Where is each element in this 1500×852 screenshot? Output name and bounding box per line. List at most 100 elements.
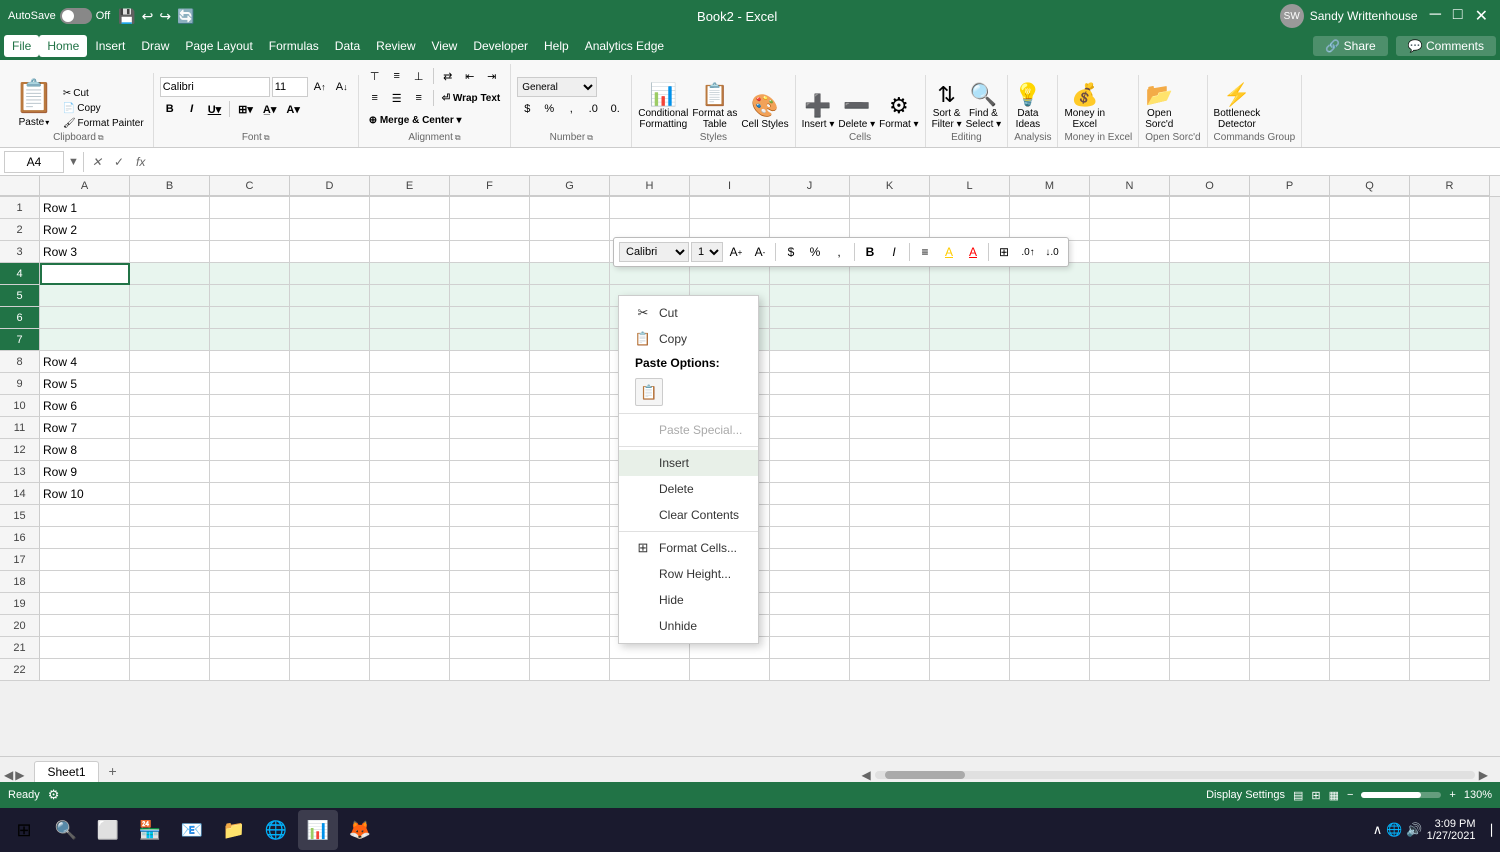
col-header-I[interactable]: I [690,176,770,196]
cell-L19[interactable] [930,593,1010,615]
cell-E20[interactable] [370,615,450,637]
cell-D13[interactable] [290,461,370,483]
cell-F18[interactable] [450,571,530,593]
fx-button[interactable]: fx [132,155,149,169]
cell-C21[interactable] [210,637,290,659]
cell-K12[interactable] [850,439,930,461]
font-name-select[interactable] [160,77,270,97]
cell-E19[interactable] [370,593,450,615]
cell-K8[interactable] [850,351,930,373]
cell-E22[interactable] [370,659,450,681]
cell-A10[interactable]: Row 6 [40,395,130,417]
cell-D14[interactable] [290,483,370,505]
cell-C3[interactable] [210,241,290,263]
cell-B10[interactable] [130,395,210,417]
cell-O11[interactable] [1170,417,1250,439]
cell-F14[interactable] [450,483,530,505]
cell-A1[interactable]: Row 1 [40,197,130,219]
cell-R22[interactable] [1410,659,1490,681]
cell-G22[interactable] [530,659,610,681]
cell-I1[interactable] [690,197,770,219]
name-box[interactable] [4,151,64,173]
cell-O9[interactable] [1170,373,1250,395]
cell-M12[interactable] [1010,439,1090,461]
cell-M19[interactable] [1010,593,1090,615]
cell-B9[interactable] [130,373,210,395]
cell-P2[interactable] [1250,219,1330,241]
cell-K7[interactable] [850,329,930,351]
view-page-break-icon[interactable]: ▦ [1329,789,1339,802]
cell-B2[interactable] [130,219,210,241]
sheet-nav-prev[interactable]: ◀ [4,768,13,782]
row-num-13[interactable]: 13 [0,461,40,483]
cell-F1[interactable] [450,197,530,219]
minimize-icon[interactable]: ─ [1426,6,1445,26]
cell-Q15[interactable] [1330,505,1410,527]
cell-R20[interactable] [1410,615,1490,637]
currency-button[interactable]: $ [517,99,537,119]
cell-R3[interactable] [1410,241,1490,263]
ctx-insert[interactable]: Insert [619,450,758,476]
cell-D11[interactable] [290,417,370,439]
cell-B3[interactable] [130,241,210,263]
cell-L10[interactable] [930,395,1010,417]
cell-D6[interactable] [290,307,370,329]
cell-C18[interactable] [210,571,290,593]
delete-cells-button[interactable]: ➖ Delete ▾ [838,93,875,130]
cell-R6[interactable] [1410,307,1490,329]
cell-M9[interactable] [1010,373,1090,395]
cell-A2[interactable]: Row 2 [40,219,130,241]
cell-A14[interactable]: Row 10 [40,483,130,505]
cell-R19[interactable] [1410,593,1490,615]
cell-P9[interactable] [1250,373,1330,395]
cell-E21[interactable] [370,637,450,659]
wrap-text-button[interactable]: ⏎ Wrap Text [438,88,505,108]
cell-M6[interactable] [1010,307,1090,329]
menu-insert[interactable]: Insert [87,35,133,57]
cell-R12[interactable] [1410,439,1490,461]
cell-N7[interactable] [1090,329,1170,351]
col-header-L[interactable]: L [930,176,1010,196]
col-header-M[interactable]: M [1010,176,1090,196]
indent-decrease-button[interactable]: ⇤ [460,66,480,86]
cell-N15[interactable] [1090,505,1170,527]
cell-R21[interactable] [1410,637,1490,659]
menu-developer[interactable]: Developer [465,35,536,57]
cell-M10[interactable] [1010,395,1090,417]
cell-B5[interactable] [130,285,210,307]
cell-F15[interactable] [450,505,530,527]
cell-A4[interactable] [40,263,130,285]
cell-A15[interactable] [40,505,130,527]
number-format-select[interactable]: General [517,77,597,97]
cell-R13[interactable] [1410,461,1490,483]
cell-B19[interactable] [130,593,210,615]
percent-button[interactable]: % [539,99,559,119]
cell-Q4[interactable] [1330,263,1410,285]
cell-B20[interactable] [130,615,210,637]
money-excel-button[interactable]: 💰 Money inExcel [1064,82,1105,130]
cell-M20[interactable] [1010,615,1090,637]
cell-C7[interactable] [210,329,290,351]
cell-M14[interactable] [1010,483,1090,505]
cell-J15[interactable] [770,505,850,527]
cell-G1[interactable] [530,197,610,219]
format-painter-button[interactable]: 🖌 Format Painter [60,117,147,130]
ctx-cut[interactable]: ✂ Cut [619,300,758,326]
mini-toolbar-incdec2-button[interactable]: ↓.0 [1041,241,1063,263]
autosave-toggle[interactable] [60,8,92,24]
cell-F19[interactable] [450,593,530,615]
cell-R17[interactable] [1410,549,1490,571]
cell-styles-button[interactable]: 🎨 Cell Styles [741,93,788,130]
formula-checkmark[interactable]: ✓ [110,155,128,169]
cell-G12[interactable] [530,439,610,461]
cell-G16[interactable] [530,527,610,549]
cell-M1[interactable] [1010,197,1090,219]
cell-C19[interactable] [210,593,290,615]
row-num-17[interactable]: 17 [0,549,40,571]
cell-G18[interactable] [530,571,610,593]
cell-F17[interactable] [450,549,530,571]
cell-D17[interactable] [290,549,370,571]
cell-A19[interactable] [40,593,130,615]
cell-P7[interactable] [1250,329,1330,351]
cell-E5[interactable] [370,285,450,307]
